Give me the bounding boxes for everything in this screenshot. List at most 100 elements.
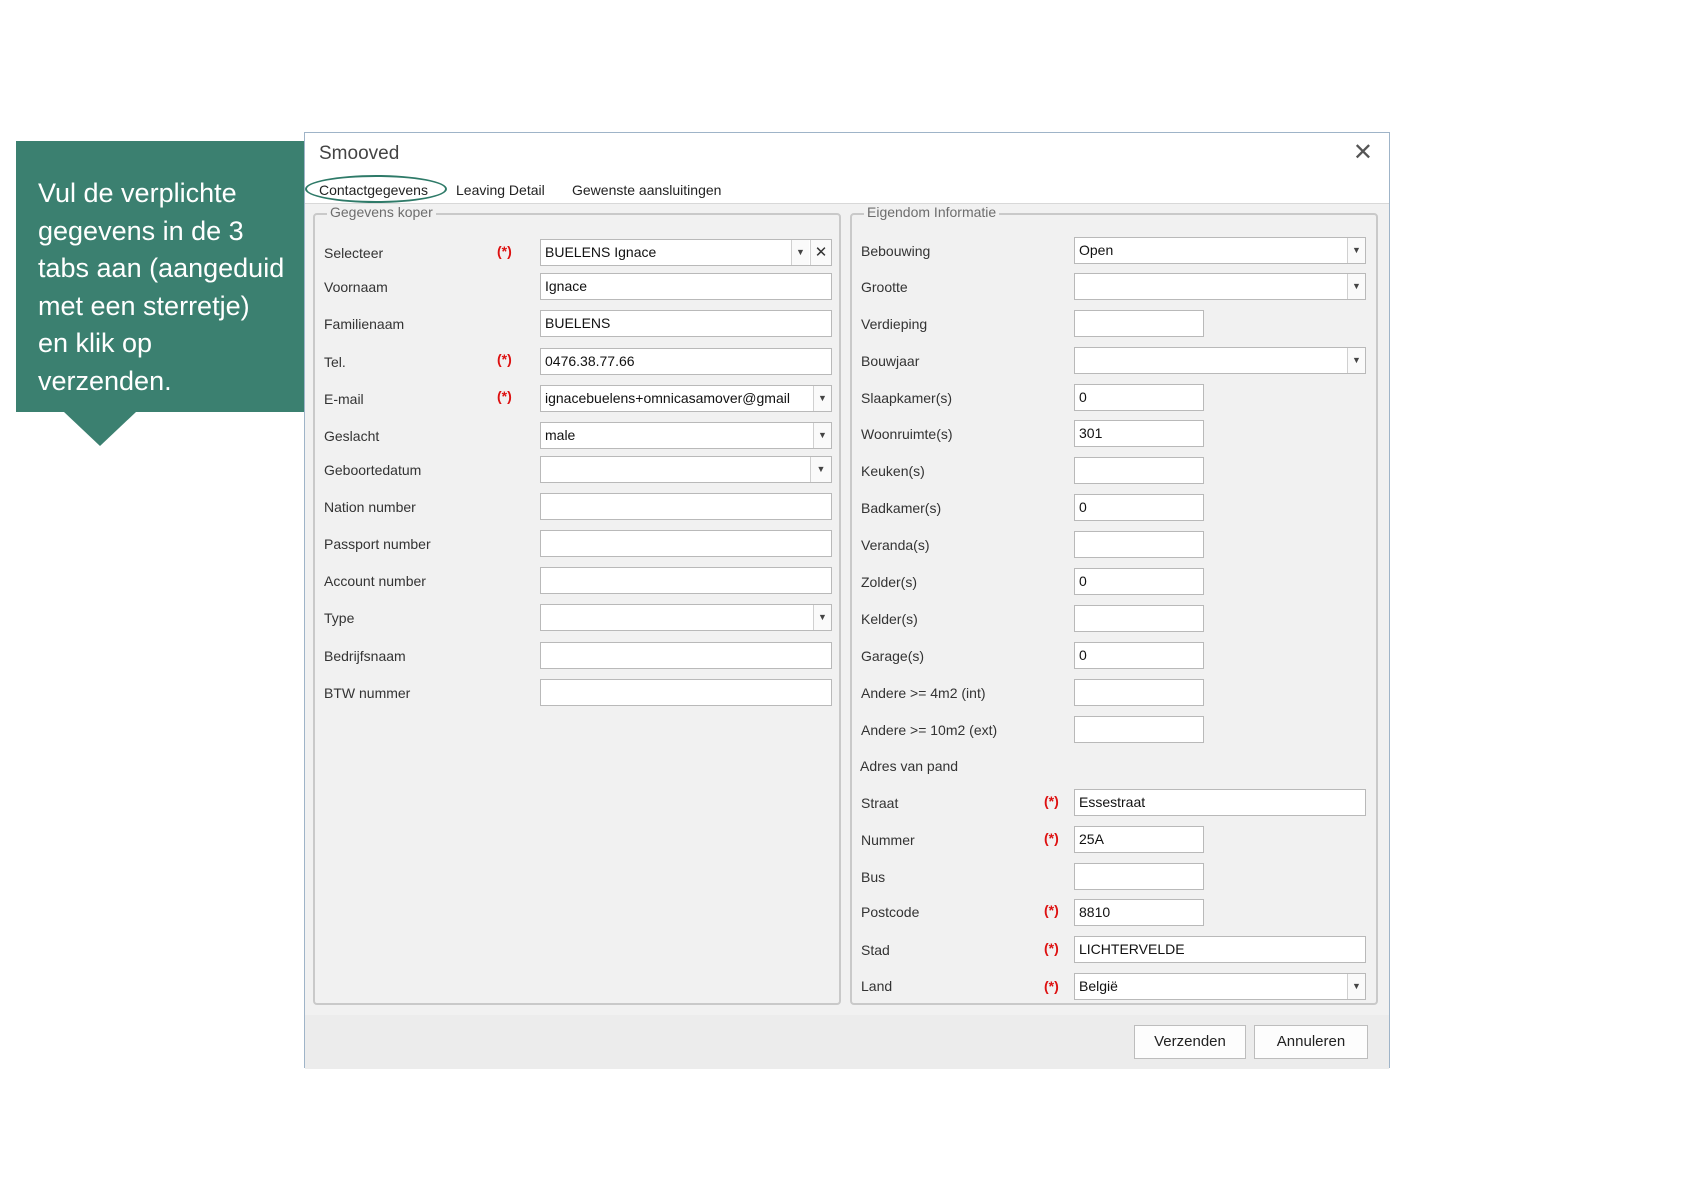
group-eigendom-informatie: Eigendom Informatie Bebouwing Open ▼ Gro… bbox=[850, 204, 1378, 1005]
adres-heading: Adres van pand bbox=[860, 758, 959, 774]
selecteer-combobox[interactable]: BUELENS Ignace ▼ ✕ bbox=[540, 239, 832, 266]
label-bebouwing: Bebouwing bbox=[861, 243, 931, 259]
label-stad: Stad bbox=[861, 942, 890, 958]
annuleren-button[interactable]: Annuleren bbox=[1254, 1025, 1368, 1059]
passport-number-input[interactable] bbox=[540, 530, 832, 557]
tel-input[interactable]: 0476.38.77.66 bbox=[540, 348, 832, 375]
label-slaapkamers: Slaapkamer(s) bbox=[861, 390, 953, 406]
label-andere-ext: Andere >= 10m2 (ext) bbox=[861, 722, 998, 738]
label-verdieping: Verdieping bbox=[861, 316, 928, 332]
required-marker: (*) bbox=[1044, 940, 1059, 956]
familienaam-input[interactable]: BUELENS bbox=[540, 310, 832, 337]
geslacht-value: male bbox=[545, 427, 576, 443]
group-legend: Eigendom Informatie bbox=[864, 204, 1000, 220]
woonruimtes-input[interactable]: 301 bbox=[1074, 420, 1204, 447]
dialog-title: Smooved bbox=[319, 143, 400, 164]
account-number-input[interactable] bbox=[540, 567, 832, 594]
tab-contactgegevens[interactable]: Contactgegevens bbox=[319, 182, 428, 198]
label-bouwjaar: Bouwjaar bbox=[861, 353, 920, 369]
btw-nummer-input[interactable] bbox=[540, 679, 832, 706]
bedrijfsnaam-input[interactable] bbox=[540, 642, 832, 669]
instruction-text: Vul de verplichte gegevens in de 3 tabs … bbox=[38, 178, 285, 396]
label-kelders: Kelder(s) bbox=[861, 611, 918, 627]
required-marker: (*) bbox=[1044, 978, 1059, 994]
chevron-down-icon[interactable]: ▼ bbox=[810, 457, 831, 482]
chevron-down-icon[interactable]: ▼ bbox=[1347, 348, 1365, 373]
chevron-down-icon[interactable]: ▼ bbox=[791, 240, 809, 265]
andere-int-input[interactable] bbox=[1074, 679, 1204, 706]
label-account-number: Account number bbox=[324, 573, 426, 589]
dialog-footer: Verzenden Annuleren bbox=[305, 1015, 1389, 1069]
label-btw-nummer: BTW nummer bbox=[324, 685, 411, 701]
keukens-input[interactable] bbox=[1074, 457, 1204, 484]
label-keukens: Keuken(s) bbox=[861, 463, 925, 479]
label-nummer: Nummer bbox=[861, 832, 915, 848]
geslacht-select[interactable]: male ▼ bbox=[540, 422, 832, 449]
email-value: ignacebuelens+omnicasamover@gmail bbox=[545, 390, 790, 406]
label-straat: Straat bbox=[861, 795, 899, 811]
label-badkamers: Badkamer(s) bbox=[861, 500, 942, 516]
instruction-callout: Vul de verplichte gegevens in de 3 tabs … bbox=[16, 141, 306, 412]
label-nation-number: Nation number bbox=[324, 499, 416, 515]
chevron-down-icon[interactable]: ▼ bbox=[813, 423, 831, 448]
required-marker: (*) bbox=[1044, 793, 1059, 809]
label-geslacht: Geslacht bbox=[324, 428, 380, 444]
verdieping-input[interactable] bbox=[1074, 310, 1204, 337]
andere-ext-input[interactable] bbox=[1074, 716, 1204, 743]
label-bedrijfsnaam: Bedrijfsnaam bbox=[324, 648, 406, 664]
slaapkamers-input[interactable]: 0 bbox=[1074, 384, 1204, 411]
required-marker: (*) bbox=[1044, 830, 1059, 846]
chevron-down-icon[interactable]: ▼ bbox=[813, 605, 831, 630]
garages-input[interactable]: 0 bbox=[1074, 642, 1204, 669]
smooved-dialog: Smooved ✕ Contactgegevens Leaving Detail… bbox=[304, 132, 1390, 1069]
postcode-input[interactable]: 8810 bbox=[1074, 899, 1204, 926]
label-tel: Tel. bbox=[324, 354, 346, 370]
bebouwing-select[interactable]: Open ▼ bbox=[1074, 237, 1366, 264]
verzenden-button[interactable]: Verzenden bbox=[1134, 1025, 1246, 1059]
label-type: Type bbox=[324, 610, 355, 626]
land-value: België bbox=[1079, 978, 1118, 994]
bebouwing-value: Open bbox=[1079, 242, 1114, 258]
bus-input[interactable] bbox=[1074, 863, 1204, 890]
email-combobox[interactable]: ignacebuelens+omnicasamover@gmail ▼ bbox=[540, 385, 832, 412]
callout-pointer bbox=[64, 412, 136, 446]
group-legend: Gegevens koper bbox=[327, 204, 436, 220]
chevron-down-icon[interactable]: ▼ bbox=[813, 386, 831, 411]
required-marker: (*) bbox=[497, 351, 512, 367]
required-marker: (*) bbox=[497, 243, 512, 259]
chevron-down-icon[interactable]: ▼ bbox=[1347, 238, 1365, 263]
bouwjaar-select[interactable]: ▼ bbox=[1074, 347, 1366, 374]
label-familienaam: Familienaam bbox=[324, 316, 405, 332]
label-selecteer: Selecteer bbox=[324, 245, 384, 261]
grootte-select[interactable]: ▼ bbox=[1074, 273, 1366, 300]
title-bar: Smooved ✕ bbox=[305, 133, 1389, 173]
tab-leaving-detail[interactable]: Leaving Detail bbox=[456, 182, 545, 198]
badkamers-input[interactable]: 0 bbox=[1074, 494, 1204, 521]
type-select[interactable]: ▼ bbox=[540, 604, 832, 631]
label-voornaam: Voornaam bbox=[324, 279, 388, 295]
label-land: Land bbox=[861, 978, 893, 994]
straat-input[interactable]: Essestraat bbox=[1074, 789, 1366, 816]
chevron-down-icon[interactable]: ▼ bbox=[1347, 274, 1365, 299]
clear-icon[interactable]: ✕ bbox=[810, 240, 831, 265]
nation-number-input[interactable] bbox=[540, 493, 832, 520]
label-email: E-mail bbox=[324, 391, 364, 407]
zolders-input[interactable]: 0 bbox=[1074, 568, 1204, 595]
label-grootte: Grootte bbox=[861, 279, 908, 295]
label-garages: Garage(s) bbox=[861, 648, 925, 664]
tab-gewenste-aansluitingen[interactable]: Gewenste aansluitingen bbox=[572, 182, 721, 198]
kelders-input[interactable] bbox=[1074, 605, 1204, 632]
label-andere-int: Andere >= 4m2 (int) bbox=[861, 685, 986, 701]
label-geboortedatum: Geboortedatum bbox=[324, 462, 422, 478]
verandas-input[interactable] bbox=[1074, 531, 1204, 558]
voornaam-input[interactable]: Ignace bbox=[540, 273, 832, 300]
nummer-input[interactable]: 25A bbox=[1074, 826, 1204, 853]
geboortedatum-datepicker[interactable]: ▼ bbox=[540, 456, 832, 483]
land-select[interactable]: België ▼ bbox=[1074, 973, 1366, 1000]
label-zolders: Zolder(s) bbox=[861, 574, 918, 590]
stad-input[interactable]: LICHTERVELDE bbox=[1074, 936, 1366, 963]
close-icon[interactable]: ✕ bbox=[1353, 139, 1373, 165]
label-verandas: Veranda(s) bbox=[861, 537, 930, 553]
selecteer-value: BUELENS Ignace bbox=[545, 244, 657, 260]
chevron-down-icon[interactable]: ▼ bbox=[1347, 974, 1365, 999]
